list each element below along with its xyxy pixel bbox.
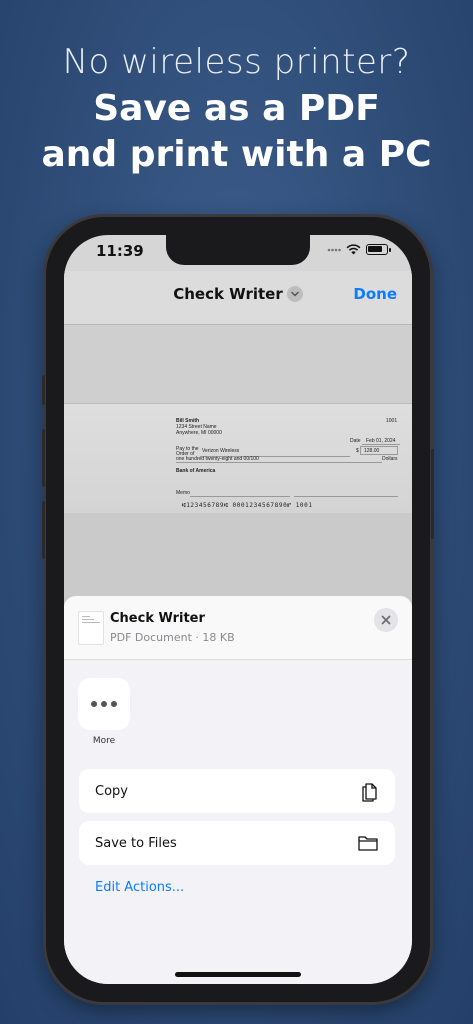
signature-line: [294, 496, 398, 497]
promo-headline: No wireless printer? Save as a PDF and p…: [0, 38, 473, 178]
date-line: [362, 444, 400, 445]
micr-line: ⑆123456789⑆ 0001234567890⑈ 1001: [182, 502, 313, 509]
pdf-preview-bottom: [64, 513, 412, 603]
memo-line: [190, 496, 290, 497]
headline-line-3: and print with a PC: [41, 134, 432, 175]
status-icons: [327, 244, 391, 255]
currency-symbol: $: [356, 448, 359, 454]
wifi-icon: [346, 244, 361, 255]
memo-label: Memo: [176, 490, 190, 496]
headline-line-1: No wireless printer?: [62, 42, 411, 82]
copy-icon: [362, 783, 377, 802]
chevron-down-icon[interactable]: [286, 285, 303, 302]
payer-address-2: Anywhere, MI 00000: [176, 430, 222, 436]
signal-dots-icon: [327, 248, 341, 251]
done-button[interactable]: Done: [353, 285, 397, 303]
battery-icon: [366, 244, 391, 255]
save-to-files-action[interactable]: Save to Files: [79, 821, 395, 865]
status-time: 11:39: [96, 242, 144, 260]
check-number: 1001: [386, 418, 398, 424]
headline-line-2: Save as a PDF: [93, 88, 380, 129]
payee-name: Verizon Wireless: [202, 448, 240, 454]
more-button[interactable]: More: [78, 678, 130, 746]
share-sheet-header: Check Writer PDF Document · 18 KB: [64, 596, 412, 660]
copy-label: Copy: [95, 783, 128, 799]
close-icon: [381, 615, 391, 625]
share-sheet: Check Writer PDF Document · 18 KB More C…: [64, 596, 412, 984]
document-meta: PDF Document · 18 KB: [110, 631, 235, 644]
check-preview: Bill Smith 1234 Street Name Anywhere, MI…: [64, 403, 412, 513]
more-dots-icon: [91, 701, 97, 707]
power-button: [431, 449, 434, 539]
pdf-preview-top: [64, 325, 412, 405]
bank-name: Bank of America: [176, 468, 216, 474]
copy-action[interactable]: Copy: [79, 769, 395, 813]
amount-words-line: [176, 462, 382, 463]
volume-down-button: [42, 501, 45, 559]
silent-switch: [42, 375, 45, 405]
amount-value: 128.00: [364, 448, 380, 454]
dollars-label: Dollars: [382, 456, 398, 462]
volume-up-button: [42, 429, 45, 487]
navigation-bar: Check Writer Done: [64, 271, 412, 325]
battery-fill: [368, 246, 382, 252]
home-indicator[interactable]: [175, 972, 301, 977]
close-button[interactable]: [374, 608, 398, 632]
phone-frame: 11:39 Check Writer Done Bill Smith 1234 …: [42, 217, 434, 1002]
pdf-thumbnail: [78, 611, 104, 645]
nav-title-text: Check Writer: [173, 285, 283, 303]
document-name: Check Writer: [110, 611, 205, 626]
more-label: More: [92, 736, 116, 746]
edit-actions-link[interactable]: Edit Actions...: [95, 880, 184, 895]
more-tile[interactable]: [78, 678, 130, 730]
save-to-files-label: Save to Files: [95, 835, 177, 851]
phone-screen: 11:39 Check Writer Done Bill Smith 1234 …: [64, 235, 412, 984]
date-label: Date: [350, 438, 361, 444]
folder-icon: [358, 836, 378, 851]
notch: [166, 235, 310, 265]
